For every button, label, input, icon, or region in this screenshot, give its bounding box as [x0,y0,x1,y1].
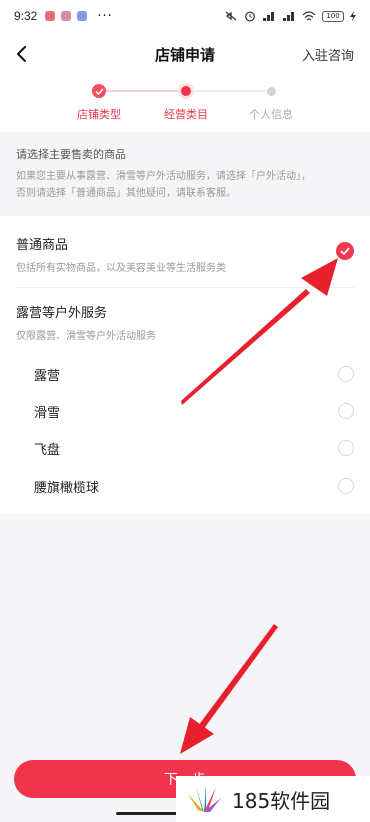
sub-option-label: 飞盘 [34,442,61,458]
option-title: 普通商品 [16,238,69,253]
selected-check-icon[interactable] [336,242,354,260]
notice-line: 否则请选择「普通商品」其他疑问，请联系客服。 [16,188,236,199]
notice-line: 如果您主要从事露营、滑雪等户外活动服务，请选择「户外活动」， [16,171,311,182]
alarm-icon [245,11,255,22]
category-options-card: 普通商品 包括所有实物商品，以及美容美业等生活服务类 露营等户外服务 仅限露营、… [0,216,370,514]
nav-bar: 店铺申请 入驻咨询 [0,32,370,76]
step-personal-info: 个人信息 [236,82,306,122]
system-icons: 100 [224,10,356,22]
radio-circle-icon[interactable] [338,478,354,494]
charging-icon [350,11,356,21]
sub-option-frisbee[interactable]: 飞盘 [34,437,354,459]
step-current-dot [181,86,191,96]
more-notifications-icon: ··· [97,8,113,24]
step-label: 经营类目 [164,108,208,121]
option-outdoor-services: 露营等户外服务 仅限露营、滑雪等户外活动服务 [16,302,354,342]
option-subtitle: 包括所有实物商品，以及美容美业等生活服务类 [16,263,226,274]
step-todo-dot [266,87,276,96]
signal-icon [263,12,274,21]
app-notification-icon [61,11,72,21]
step-shop-type: 店铺类型 [64,82,134,122]
category-notice: 请选择主要售卖的商品 如果您主要从事露营、滑雪等户外活动服务，请选择「户外活动」… [0,140,370,210]
wifi-icon [302,11,316,21]
sub-option-flag-football[interactable]: 腰旗橄榄球 [34,475,354,497]
step-business-category: 经营类目 [151,82,221,122]
watermark: 185软件园 [176,776,370,822]
divider [16,287,354,288]
option-general-goods[interactable]: 普通商品 包括所有实物商品，以及美容美业等生活服务类 [16,234,354,274]
consult-link[interactable]: 入驻咨询 [302,45,354,64]
back-button[interactable] [8,40,36,68]
app-notification-icon [45,11,56,21]
status-time: 9:32 [14,9,38,23]
watermark-text: 185软件园 [232,788,331,813]
step-label: 店铺类型 [77,108,121,121]
option-subtitle: 仅限露营、滑雪等户外活动服务 [16,331,156,342]
mute-icon [225,11,237,21]
chevron-left-icon [17,46,26,62]
status-bar: 9:32 ··· 100 [0,0,370,32]
arrow-to-next-button [180,624,278,754]
battery-icon: 100 [322,10,344,22]
step-label: 个人信息 [249,108,293,121]
radio-circle-icon[interactable] [338,366,354,382]
step-done-check-icon [92,84,106,98]
app-notification-icon [77,11,88,21]
signal-icon [283,12,294,21]
sub-option-label: 腰旗橄榄球 [34,480,100,496]
radio-circle-icon[interactable] [338,440,354,456]
sub-option-camping[interactable]: 露营 [34,363,354,385]
sub-option-skiing[interactable]: 滑雪 [34,400,354,422]
notice-body: 如果您主要从事露营、滑雪等户外活动服务，请选择「户外活动」， 否则请选择「普通商… [16,168,354,202]
notification-icons [45,11,88,21]
watermark-logo [188,784,221,812]
notice-title: 请选择主要售卖的商品 [16,148,126,161]
option-title: 露营等户外服务 [16,306,108,321]
page-title: 店铺申请 [154,45,215,64]
sub-option-label: 滑雪 [34,405,61,421]
step-indicator: 店铺类型 经营类目 个人信息 [0,76,370,132]
sub-option-label: 露营 [34,368,61,384]
radio-circle-icon[interactable] [338,403,354,419]
